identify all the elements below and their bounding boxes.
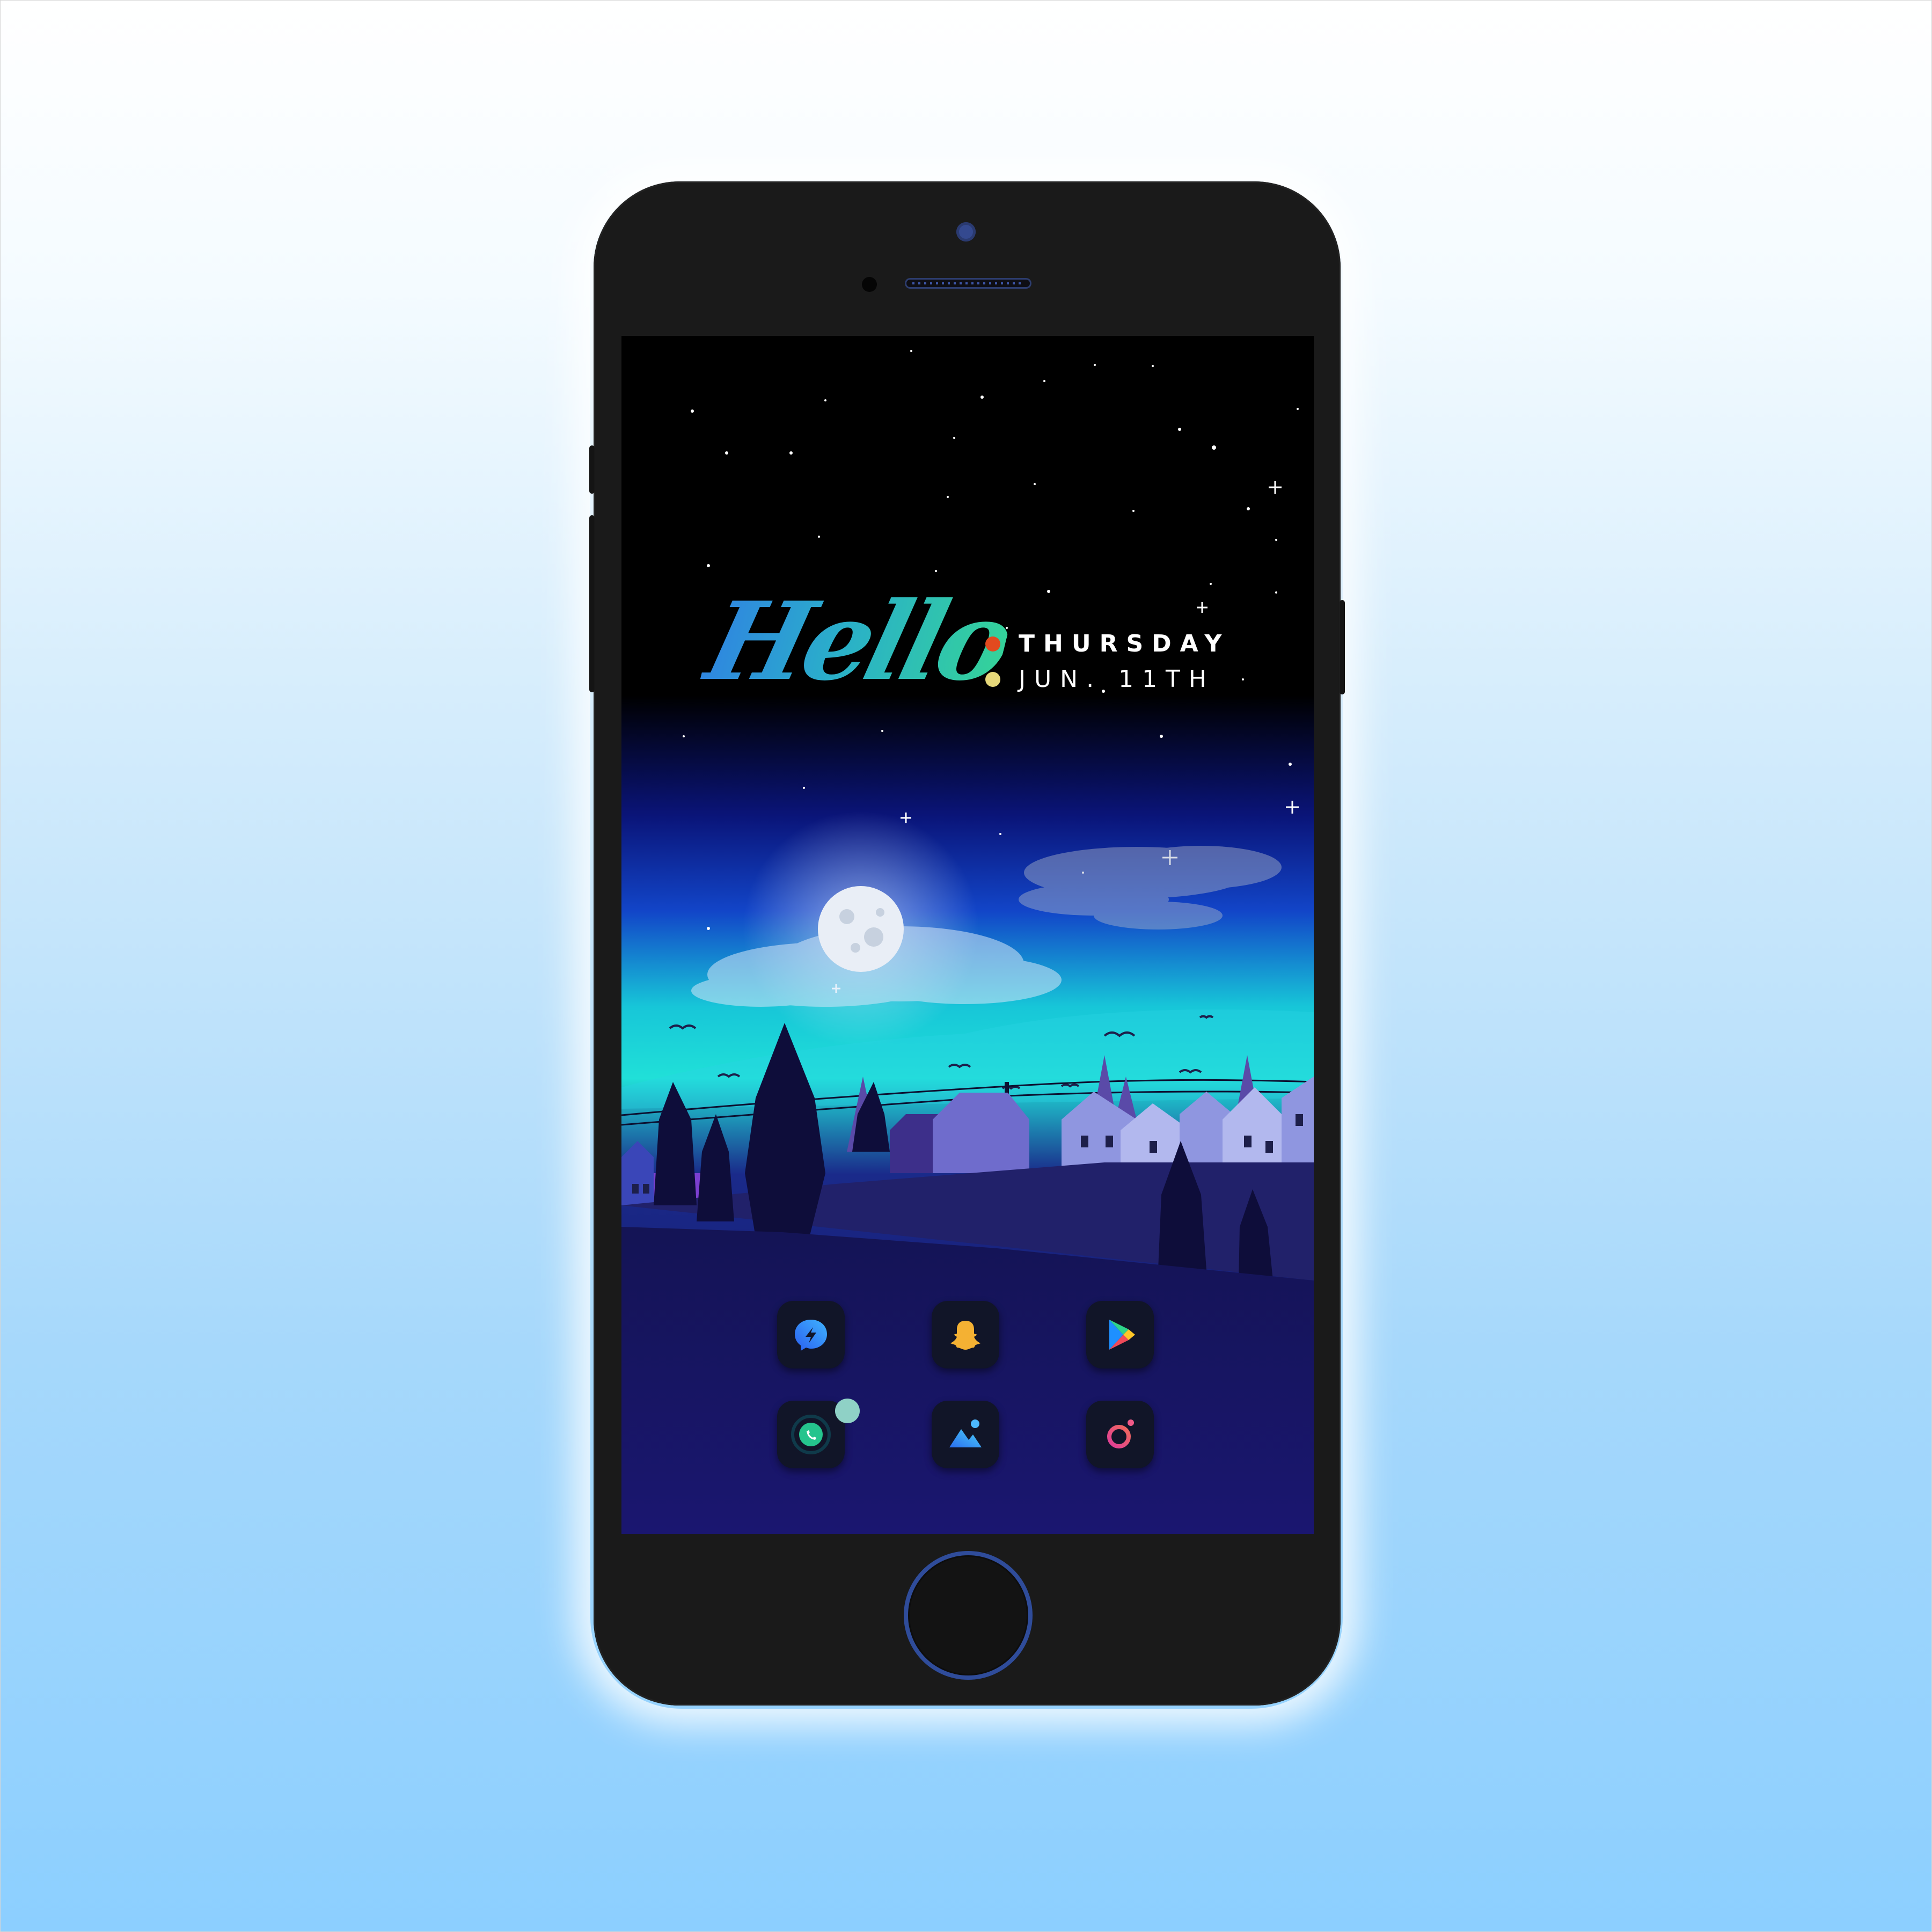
instagram-icon xyxy=(1107,1419,1134,1448)
home-button[interactable] xyxy=(904,1551,1033,1680)
volume-button[interactable] xyxy=(589,515,595,692)
day-row: THURSDAY xyxy=(985,630,1230,657)
messenger-app[interactable] xyxy=(777,1301,845,1368)
moon xyxy=(818,886,904,972)
day-label: THURSDAY xyxy=(1019,630,1231,657)
snapchat-icon xyxy=(950,1321,980,1350)
gallery-icon xyxy=(949,1419,982,1447)
earpiece-speaker xyxy=(905,278,1031,289)
day-dot xyxy=(985,636,1000,652)
play-store-app[interactable] xyxy=(1086,1301,1154,1368)
date-row: JUN. 11TH xyxy=(985,665,1215,693)
date-label: JUN. 11TH xyxy=(1019,665,1216,693)
greeting-text: Hello xyxy=(693,579,1021,705)
gallery-app[interactable] xyxy=(932,1401,999,1468)
mute-switch[interactable] xyxy=(589,445,595,494)
power-button[interactable] xyxy=(1340,600,1345,694)
whatsapp-icon xyxy=(791,1415,831,1454)
messenger-icon xyxy=(795,1320,827,1351)
play-store-icon xyxy=(1109,1320,1135,1350)
date-dot xyxy=(985,671,1000,687)
front-camera xyxy=(956,222,976,241)
proximity-sensor xyxy=(862,277,877,292)
notification-badge xyxy=(835,1399,860,1423)
snapchat-app[interactable] xyxy=(932,1301,999,1368)
instagram-app[interactable] xyxy=(1086,1401,1154,1468)
